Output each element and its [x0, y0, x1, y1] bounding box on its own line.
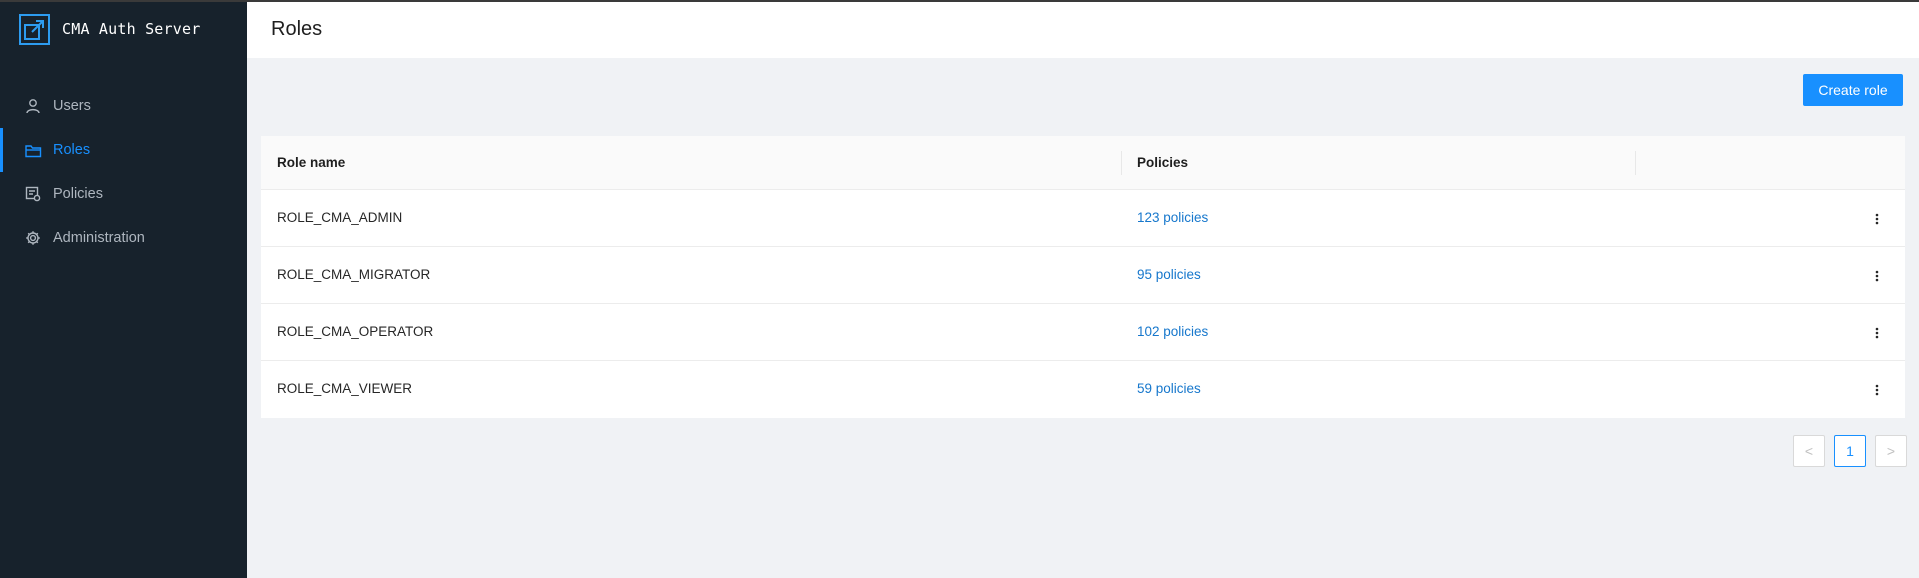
sidebar-item-label: Administration — [53, 230, 145, 246]
policies-link[interactable]: 95 policies — [1137, 267, 1201, 282]
sidebar-item-roles[interactable]: Roles — [0, 128, 247, 172]
folder-icon — [24, 141, 42, 159]
column-header-policies: Policies — [1137, 155, 1189, 170]
column-divider — [1121, 151, 1122, 175]
app-title: CMA Auth Server — [62, 20, 201, 38]
prev-page-button[interactable]: < — [1793, 435, 1825, 467]
role-name: ROLE_CMA_MIGRATOR — [277, 267, 431, 282]
gear-icon — [24, 229, 42, 247]
create-role-button[interactable]: Create role — [1803, 74, 1903, 106]
role-name: ROLE_CMA_ADMIN — [277, 210, 403, 225]
sidebar-nav: Users Roles Policies Administration — [0, 84, 247, 260]
role-name: ROLE_CMA_OPERATOR — [277, 324, 434, 339]
roles-table: Role name Policies ROLE_CMA_ADMIN 123 po… — [261, 136, 1905, 418]
app-logo-icon — [19, 13, 50, 45]
sidebar-item-label: Policies — [53, 186, 103, 202]
policies-link[interactable]: 102 policies — [1137, 324, 1208, 339]
more-actions-icon[interactable] — [1865, 321, 1889, 345]
policy-icon — [24, 185, 42, 203]
sidebar-item-policies[interactable]: Policies — [0, 172, 247, 216]
more-actions-icon[interactable] — [1865, 378, 1889, 402]
user-icon — [24, 97, 42, 115]
sidebar-item-users[interactable]: Users — [0, 84, 247, 128]
table-row: ROLE_CMA_VIEWER 59 policies — [261, 361, 1905, 418]
sidebar-item-label: Users — [53, 98, 91, 114]
more-actions-icon[interactable] — [1865, 207, 1889, 231]
top-border — [0, 0, 1919, 2]
column-divider — [1635, 151, 1636, 175]
table-row: ROLE_CMA_ADMIN 123 policies — [261, 190, 1905, 247]
table-row: ROLE_CMA_MIGRATOR 95 policies — [261, 247, 1905, 304]
next-page-button[interactable]: > — [1875, 435, 1907, 467]
column-header-role-name: Role name — [277, 155, 346, 170]
role-name: ROLE_CMA_VIEWER — [277, 381, 413, 396]
page-title: Roles — [271, 18, 323, 40]
sidebar: CMA Auth Server Users Roles Policies Adm… — [0, 0, 247, 578]
page-header: Roles — [247, 2, 1919, 58]
page-1-button[interactable]: 1 — [1834, 435, 1866, 467]
brand[interactable]: CMA Auth Server — [19, 13, 201, 45]
policies-link[interactable]: 59 policies — [1137, 381, 1201, 396]
table-header: Role name Policies — [261, 136, 1905, 190]
sidebar-item-label: Roles — [53, 142, 91, 158]
policies-link[interactable]: 123 policies — [1137, 210, 1208, 225]
more-actions-icon[interactable] — [1865, 264, 1889, 288]
sidebar-item-administration[interactable]: Administration — [0, 216, 247, 260]
table-row: ROLE_CMA_OPERATOR 102 policies — [261, 304, 1905, 361]
